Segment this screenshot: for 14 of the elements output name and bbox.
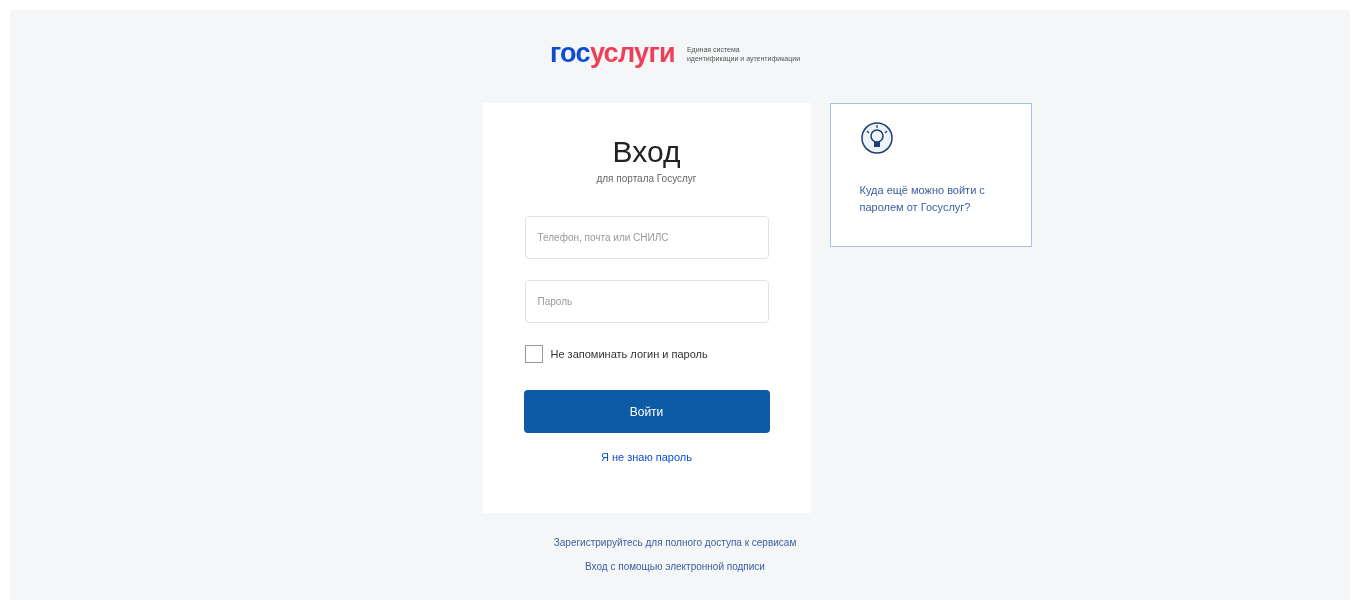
info-card[interactable]: Куда ещё можно войти с паролем от Госуслуг?: [829, 103, 1032, 247]
login-subtitle: для портала Госуслуг: [596, 172, 697, 186]
info-card-text: Куда ещё можно войти с паролем от Госуслуг?: [859, 183, 986, 215]
lightbulb-icon: [859, 121, 894, 155]
login-button[interactable]: Войти: [523, 390, 770, 433]
forgot-password-link[interactable]: Я не знаю пароль: [601, 449, 692, 466]
input-field[interactable]: Пароль: [524, 280, 769, 323]
logo: госуслуги: [549, 40, 675, 67]
checkbox[interactable]: [524, 345, 543, 363]
checkbox-label: Не запоминать логин и пароль: [550, 346, 708, 362]
login-title: Вход: [612, 137, 681, 167]
footer-link[interactable]: Зарегистрируйтесь для полного доступа к сервисам: [553, 535, 797, 550]
footer-link[interactable]: Вход с помощью электронной подписи: [585, 559, 765, 574]
input-field[interactable]: Телефон, почта или СНИЛС: [524, 216, 769, 259]
